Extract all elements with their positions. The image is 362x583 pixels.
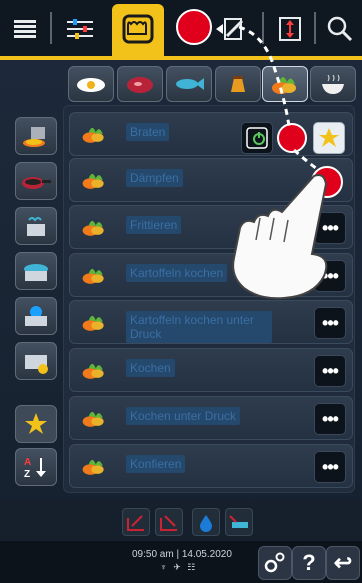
tray-button-1[interactable]	[122, 508, 150, 536]
tray-dish-icon	[229, 515, 248, 528]
tray-button-3[interactable]	[192, 508, 220, 536]
tray-in-icon	[160, 515, 177, 531]
help-button[interactable]: ?	[292, 546, 326, 580]
back-button[interactable]: ↩	[326, 546, 360, 580]
tray-button-4[interactable]	[225, 508, 253, 536]
tray-button-2[interactable]	[155, 508, 183, 536]
hand-pointer-icon	[232, 174, 328, 300]
tray-out-icon	[127, 515, 144, 531]
settings-button[interactable]	[258, 546, 292, 580]
app-window: AZ Braten Dämpfen Frittieren ••• Kartoffeln …	[0, 0, 362, 583]
gear-icon	[264, 552, 285, 573]
status-icons: ♆ ✈ ☷	[160, 562, 198, 572]
water-drop-icon	[200, 515, 212, 532]
date-time: 09:50 am | 14.05.2020	[132, 549, 232, 560]
